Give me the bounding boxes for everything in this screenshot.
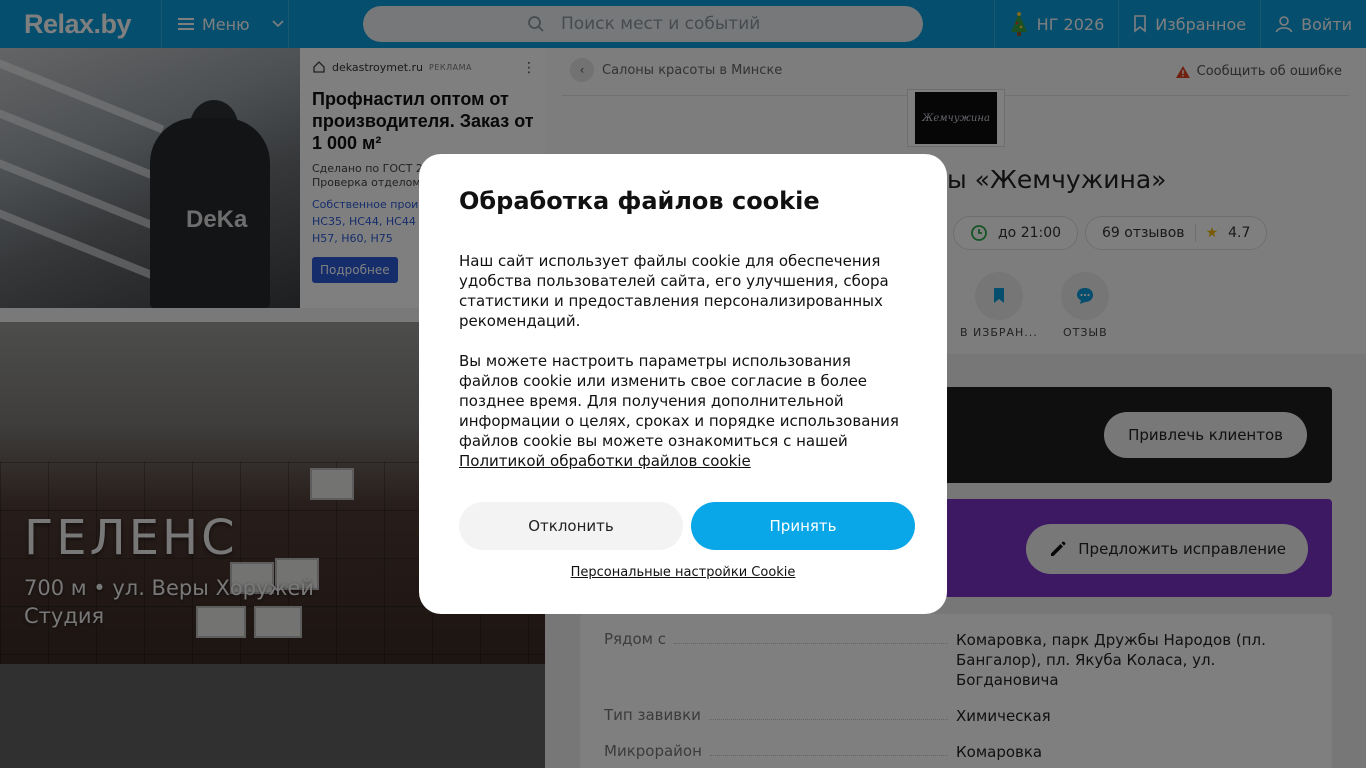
cookie-personal-settings-link[interactable]: Персональные настройки Cookie xyxy=(419,565,947,580)
cookie-dialog: Обработка файлов cookie Наш сайт использ… xyxy=(419,154,947,614)
cookie-text-1: Наш сайт использует файлы cookie для обе… xyxy=(459,252,889,330)
cookie-title: Обработка файлов cookie xyxy=(459,187,820,215)
cookie-policy-link[interactable]: Политикой обработки файлов cookie xyxy=(459,452,751,470)
decline-button[interactable]: Отклонить xyxy=(459,502,683,550)
accept-button[interactable]: Принять xyxy=(691,502,915,550)
cookie-text-2: Вы можете настроить параметры использова… xyxy=(459,352,899,470)
